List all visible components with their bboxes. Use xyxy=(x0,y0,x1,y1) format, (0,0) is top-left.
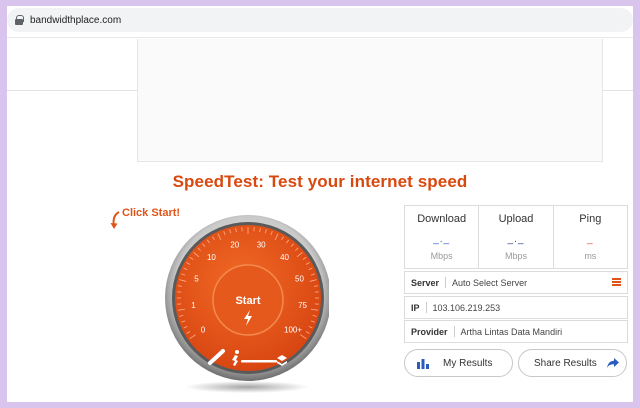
gauge-scale-label: 0 xyxy=(201,326,206,335)
metric-label: Ping xyxy=(579,213,602,225)
gauge-scale-label: 1 xyxy=(191,301,196,310)
lock-icon xyxy=(15,15,24,25)
metrics-panel: Download _._ Mbps Upload _._ Mbps Ping _… xyxy=(404,205,628,269)
upload-metric: Upload _._ Mbps xyxy=(479,206,554,268)
ip-label: IP xyxy=(411,302,420,313)
page-title: SpeedTest: Test your internet speed xyxy=(172,172,468,191)
metric-value: _._ xyxy=(433,234,451,245)
provider-value: Artha Lintas Data Mandiri xyxy=(460,326,563,337)
bar-chart-icon xyxy=(417,358,429,369)
gauge-scale-label: 40 xyxy=(280,253,289,262)
gauge-scale-label: 20 xyxy=(230,241,239,250)
gauge-scale-label: 30 xyxy=(257,241,266,250)
browser-window: bandwidthplace.com SpeedTest: Test your … xyxy=(7,6,633,402)
gauge-scale-label: 5 xyxy=(194,275,199,284)
separator xyxy=(425,302,427,313)
server-value: Auto Select Server xyxy=(452,277,528,288)
provider-row: Provider Artha Lintas Data Mandiri xyxy=(404,320,628,343)
gauge-shadow xyxy=(185,381,309,393)
metric-value: _._ xyxy=(507,234,525,245)
ad-banner xyxy=(137,39,603,162)
share-results-button[interactable]: Share Results xyxy=(518,349,627,377)
server-menu-icon[interactable] xyxy=(612,278,621,286)
metric-label: Upload xyxy=(498,213,534,225)
start-label: Start xyxy=(235,295,260,307)
metric-unit: Mbps xyxy=(430,251,453,261)
server-row: Server Auto Select Server xyxy=(404,271,628,294)
metric-value: _ xyxy=(587,234,594,245)
metric-unit: ms xyxy=(584,251,597,261)
separator xyxy=(445,277,447,288)
curved-arrow-icon xyxy=(110,211,120,229)
gauge-scale-label: 50 xyxy=(295,275,304,284)
separator xyxy=(453,326,455,337)
download-metric: Download _._ Mbps xyxy=(405,206,480,268)
speed-gauge: 0 1 5 10 20 30 40 50 75 100+ Start xyxy=(165,215,329,393)
ip-value: 103.106.219.253 xyxy=(432,302,501,313)
ping-metric: Ping _ ms xyxy=(554,206,627,268)
my-results-button[interactable]: My Results xyxy=(404,349,513,377)
metric-label: Download xyxy=(417,213,467,225)
share-icon xyxy=(607,358,619,368)
metric-unit: Mbps xyxy=(504,251,527,261)
url-text: bandwidthplace.com xyxy=(30,14,122,26)
divider xyxy=(7,37,633,38)
share-results-label: Share Results xyxy=(534,357,597,369)
address-bar[interactable]: bandwidthplace.com xyxy=(7,8,633,32)
gauge-scale-label: 75 xyxy=(298,301,307,310)
gauge-scale-label: 100+ xyxy=(284,326,302,335)
my-results-label: My Results xyxy=(443,357,493,369)
server-label: Server xyxy=(411,277,440,288)
gauge-scale-label: 10 xyxy=(207,253,216,262)
ip-row: IP 103.106.219.253 xyxy=(404,296,628,319)
progress-track xyxy=(241,360,277,363)
provider-label: Provider xyxy=(411,326,448,337)
